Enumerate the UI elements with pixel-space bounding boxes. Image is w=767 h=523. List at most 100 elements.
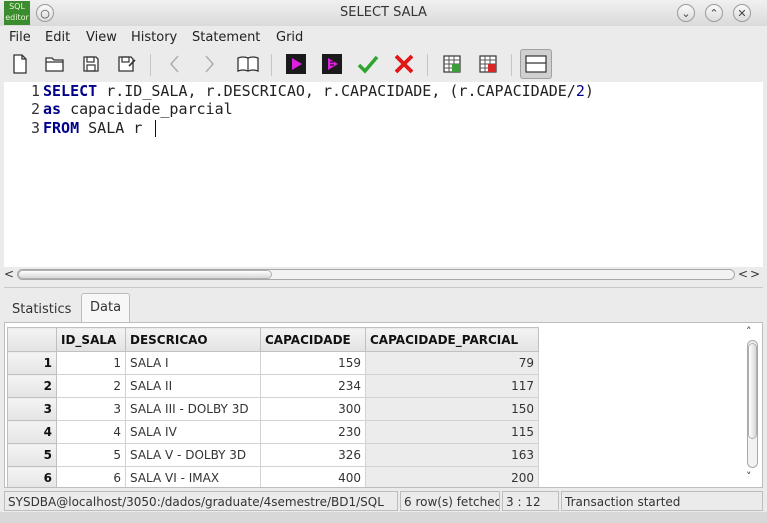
editor-horizontal-scrollbar[interactable]: < < >: [4, 267, 763, 283]
cell-capacidade[interactable]: 234: [260, 374, 366, 398]
sql-text: r.ID_SALA, r.DESCRICAO, r.CAPACIDADE, (r…: [97, 82, 576, 100]
grid-insert-icon[interactable]: [439, 51, 465, 77]
open-folder-icon[interactable]: [42, 51, 68, 77]
cell-descricao[interactable]: SALA III - DOLBY 3D: [125, 397, 261, 421]
menu-history[interactable]: History: [131, 30, 177, 45]
cell-id-sala[interactable]: 4: [56, 420, 126, 444]
book-icon[interactable]: [235, 51, 261, 77]
row-number-cell[interactable]: 1: [7, 351, 57, 375]
scroll-left-icon[interactable]: <: [4, 267, 14, 281]
bottom-strip: [0, 512, 767, 523]
cell-capacidade[interactable]: 400: [260, 466, 366, 487]
chevron-up-icon: ⌃: [709, 7, 719, 20]
sql-text: capacidade_parcial: [61, 100, 233, 118]
menu-statement[interactable]: Statement: [192, 30, 260, 45]
code-line-1: SELECT r.ID_SALA, r.DESCRICAO, r.CAPACID…: [43, 82, 594, 100]
menu-file[interactable]: File: [9, 30, 31, 45]
save-icon[interactable]: [78, 51, 104, 77]
cell-id-sala[interactable]: 3: [56, 397, 126, 421]
grid-delete-icon[interactable]: [475, 51, 501, 77]
execute-step-icon[interactable]: [319, 51, 345, 77]
layout-toggle-icon[interactable]: [520, 49, 552, 79]
cell-descricao[interactable]: SALA VI - IMAX: [125, 466, 261, 487]
table-row[interactable]: 5 5 SALA V - DOLBY 3D 326 163: [7, 443, 539, 467]
scroll-down-icon[interactable]: ˅: [746, 470, 752, 483]
cell-capacidade-parcial[interactable]: 200: [365, 466, 539, 487]
chevron-down-icon: ⌄: [681, 7, 691, 20]
column-header-capacidade[interactable]: CAPACIDADE: [260, 327, 366, 352]
cell-id-sala[interactable]: 2: [56, 374, 126, 398]
menu-edit[interactable]: Edit: [45, 30, 70, 45]
close-button[interactable]: ✕: [733, 4, 751, 22]
sql-keyword: FROM: [43, 119, 80, 137]
toolbar-separator: [271, 54, 272, 76]
row-number-cell[interactable]: 2: [7, 374, 57, 398]
commit-icon[interactable]: [355, 51, 381, 77]
scroll-right-icon[interactable]: >: [750, 267, 760, 281]
maximize-button[interactable]: ⌃: [705, 4, 723, 22]
cell-capacidade[interactable]: 159: [260, 351, 366, 375]
sql-number: 2: [575, 82, 585, 100]
cell-capacidade[interactable]: 300: [260, 397, 366, 421]
cell-capacidade[interactable]: 326: [260, 443, 366, 467]
cell-descricao[interactable]: SALA II: [125, 374, 261, 398]
cell-id-sala[interactable]: 6: [56, 466, 126, 487]
sql-text: SALA r: [79, 119, 143, 137]
scrollbar-thumb[interactable]: [18, 270, 272, 279]
table-row[interactable]: 2 2 SALA II 234 117: [7, 374, 539, 398]
cell-id-sala[interactable]: 5: [56, 443, 126, 467]
row-number-cell[interactable]: 6: [7, 466, 57, 487]
scroll-up-icon[interactable]: ˄: [746, 325, 752, 338]
menu-bar: File Edit View History Statement Grid: [0, 26, 767, 48]
result-table: ID_SALA DESCRICAO CAPACIDADE CAPACIDADE_…: [7, 327, 539, 487]
back-icon[interactable]: [162, 51, 188, 77]
tab-statistics[interactable]: Statistics: [4, 297, 79, 323]
splitter[interactable]: [4, 287, 763, 288]
minimize-button[interactable]: ⌄: [677, 4, 695, 22]
execute-icon[interactable]: [283, 51, 309, 77]
table-row[interactable]: 6 6 SALA VI - IMAX 400 200: [7, 466, 539, 487]
code-line-3: FROM SALA r: [43, 119, 142, 137]
status-cursor-position: 3 : 12: [502, 491, 559, 511]
cell-id-sala[interactable]: 1: [56, 351, 126, 375]
cell-capacidade-parcial[interactable]: 115: [365, 420, 539, 444]
cell-capacidade-parcial[interactable]: 150: [365, 397, 539, 421]
toolbar-separator: [511, 54, 512, 76]
table-row[interactable]: 3 3 SALA III - DOLBY 3D 300 150: [7, 397, 539, 421]
table-row[interactable]: 4 4 SALA IV 230 115: [7, 420, 539, 444]
forward-icon[interactable]: [196, 51, 222, 77]
cell-capacidade[interactable]: 230: [260, 420, 366, 444]
cell-descricao[interactable]: SALA I: [125, 351, 261, 375]
data-grid[interactable]: ID_SALA DESCRICAO CAPACIDADE CAPACIDADE_…: [4, 322, 763, 488]
sql-text: ): [584, 82, 594, 100]
row-number-cell[interactable]: 4: [7, 420, 57, 444]
column-header-id-sala[interactable]: ID_SALA: [56, 327, 126, 352]
status-connection: SYSDBA@localhost/3050:/dados/graduate/4s…: [4, 491, 398, 511]
new-file-icon[interactable]: [7, 51, 33, 77]
code-line-2: as capacidade_parcial: [43, 100, 233, 118]
cell-capacidade-parcial[interactable]: 79: [365, 351, 539, 375]
menu-grid[interactable]: Grid: [276, 30, 303, 45]
cell-capacidade-parcial[interactable]: 163: [365, 443, 539, 467]
menu-view[interactable]: View: [86, 30, 117, 45]
scroll-right-icon[interactable]: <: [738, 267, 748, 281]
text-cursor: [155, 120, 156, 137]
close-icon: ✕: [737, 7, 747, 20]
save-as-icon[interactable]: [114, 51, 140, 77]
cell-descricao[interactable]: SALA IV: [125, 420, 261, 444]
grid-vertical-scrollbar[interactable]: ˄ ˅: [744, 325, 760, 485]
tab-data[interactable]: Data: [81, 293, 131, 324]
rollback-icon[interactable]: [391, 51, 417, 77]
corner-cell: [7, 327, 57, 352]
row-number-cell[interactable]: 5: [7, 443, 57, 467]
sql-editor[interactable]: 1 2 3 SELECT r.ID_SALA, r.DESCRICAO, r.C…: [4, 82, 763, 267]
cell-descricao[interactable]: SALA V - DOLBY 3D: [125, 443, 261, 467]
column-header-descricao[interactable]: DESCRICAO: [125, 327, 261, 352]
row-number-cell[interactable]: 3: [7, 397, 57, 421]
sql-keyword: as: [43, 100, 62, 118]
status-bar: SYSDBA@localhost/3050:/dados/graduate/4s…: [0, 490, 767, 512]
column-header-capacidade-parcial[interactable]: CAPACIDADE_PARCIAL: [365, 327, 539, 352]
table-row[interactable]: 1 1 SALA I 159 79: [7, 351, 539, 375]
cell-capacidade-parcial[interactable]: 117: [365, 374, 539, 398]
scrollbar-thumb[interactable]: [748, 343, 757, 439]
